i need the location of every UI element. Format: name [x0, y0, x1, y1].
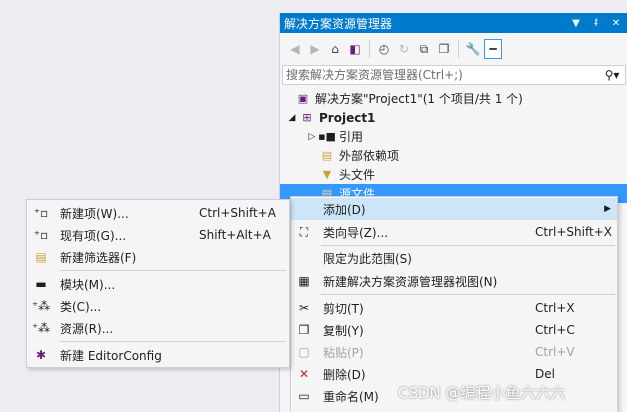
menu-item-label: 类(C)...: [60, 299, 102, 314]
submenu-item-module[interactable]: ▬ 模块(M)...: [27, 273, 289, 295]
menu-item-shortcut: Ctrl+Shift+A: [199, 206, 276, 220]
menu-separator: [60, 270, 286, 271]
menu-item-new-view[interactable]: ▦ 新建解决方案资源管理器视图(N): [291, 270, 617, 292]
add-submenu: ⁺▫ 新建项(W)... Ctrl+Shift+A ⁺▫ 现有项(G)... S…: [26, 199, 290, 368]
tree-item-project[interactable]: ◢ ⊞ Project1: [280, 108, 627, 127]
rename-icon: ▭: [298, 389, 310, 403]
menu-item-label: 删除(D): [323, 367, 366, 382]
menu-item-label: 资源(R)...: [60, 321, 114, 336]
refresh-icon[interactable]: ↻: [395, 39, 413, 59]
menu-item-label: 复制(Y): [323, 323, 364, 338]
menu-item-add[interactable]: 添加(D) ▶: [291, 198, 617, 220]
submenu-item-resource[interactable]: ⁺⁂ 资源(R)...: [27, 317, 289, 339]
menu-item-label: 类向导(Z)...: [323, 225, 389, 240]
tree-item-solution[interactable]: ▣ 解决方案"Project1"(1 个项目/共 1 个): [280, 89, 627, 108]
new-item-icon: ⁺▫: [33, 206, 49, 220]
new-view-icon: ▦: [298, 274, 310, 288]
menu-item-label: 现有项(G)...: [60, 228, 127, 243]
menu-separator: [60, 341, 286, 342]
menu-item-shortcut: Ctrl+C: [535, 323, 575, 337]
pin-icon[interactable]: ᵮ: [588, 18, 604, 29]
forward-icon[interactable]: ▶: [306, 39, 324, 59]
submenu-item-new-item[interactable]: ⁺▫ 新建项(W)... Ctrl+Shift+A: [27, 202, 289, 224]
menu-item-cut[interactable]: ✂ 剪切(T) Ctrl+X: [291, 297, 617, 319]
submenu-item-class[interactable]: ⁺⁂ 类(C)...: [27, 295, 289, 317]
tree-item-external-deps[interactable]: ▤ 外部依赖项: [280, 146, 627, 165]
toolbar-separator: [369, 40, 370, 58]
dropdown-arrow-icon[interactable]: ▼: [568, 18, 584, 29]
vs-switch-icon[interactable]: ◧: [346, 39, 364, 59]
menu-item-label: 添加(D): [323, 202, 366, 217]
menu-item-label: 新建项(W)...: [60, 206, 129, 221]
menu-item-label: 新建筛选器(F): [60, 250, 137, 265]
back-icon[interactable]: ◀: [286, 39, 304, 59]
menu-item-shortcut: Del: [535, 367, 555, 381]
search-icon[interactable]: ⚲▾: [599, 68, 625, 82]
tree-item-references[interactable]: ▷ ▪■ 引用: [280, 127, 627, 146]
menu-item-label: 粘贴(P): [323, 345, 364, 360]
close-icon[interactable]: ✕: [608, 18, 624, 29]
menu-item-label: 限定为此范围(S): [323, 251, 412, 266]
tree-item-header-files[interactable]: ▼ 头文件: [280, 165, 627, 184]
menu-separator: [321, 245, 615, 246]
menu-item-label: 剪切(T): [323, 301, 364, 316]
menu-item-shortcut: Ctrl+Shift+X: [535, 225, 612, 239]
context-menu: 添加(D) ▶ ⛶ 类向导(Z)... Ctrl+Shift+X 限定为此范围(…: [290, 196, 618, 412]
menu-item-shortcut: Shift+Alt+A: [199, 228, 271, 242]
collapsed-arrow-icon[interactable]: ▷: [306, 132, 318, 142]
submenu-item-new-filter[interactable]: ▤ 新建筛选器(F): [27, 246, 289, 268]
copy-icon[interactable]: ❐: [435, 39, 453, 59]
cpp-project-icon: ⊞: [302, 111, 312, 124]
collapse-all-icon[interactable]: ⧉: [415, 39, 433, 59]
module-icon: ▬: [35, 277, 47, 291]
properties-wrench-icon[interactable]: 🔧: [464, 39, 482, 59]
submenu-item-existing-item[interactable]: ⁺▫ 现有项(G)... Shift+Alt+A: [27, 224, 289, 246]
class-icon: ⁺⁂: [31, 299, 51, 313]
preview-pin-icon[interactable]: ━: [484, 39, 502, 59]
menu-item-label: 重命名(M): [323, 389, 379, 404]
new-filter-icon: ▤: [35, 250, 47, 264]
menu-item-scope[interactable]: 限定为此范围(S): [291, 247, 617, 269]
tree-item-label: 解决方案"Project1"(1 个项目/共 1 个): [315, 92, 523, 106]
history-icon[interactable]: ◴: [375, 39, 393, 59]
references-icon: ▪■: [318, 130, 336, 143]
delete-icon: ✕: [298, 367, 310, 381]
toolbar-separator: [458, 40, 459, 58]
scissors-icon: ✂: [298, 301, 310, 315]
menu-item-copy[interactable]: ❐ 复制(Y) Ctrl+C: [291, 319, 617, 341]
home-icon[interactable]: ⌂: [326, 39, 344, 59]
resource-icon: ⁺⁂: [31, 321, 51, 335]
expand-arrow-icon[interactable]: ◢: [286, 113, 298, 123]
menu-item-class-wizard[interactable]: ⛶ 类向导(Z)... Ctrl+Shift+X: [291, 221, 617, 243]
menu-item-label: 新建解决方案资源管理器视图(N): [323, 274, 498, 289]
filter-folder-icon: ▼: [322, 168, 332, 181]
existing-item-icon: ⁺▫: [33, 228, 49, 242]
menu-separator: [321, 294, 615, 295]
editorconfig-icon: ✱: [35, 348, 47, 362]
menu-item-paste[interactable]: ▢ 粘贴(P) Ctrl+V: [291, 341, 617, 363]
tree-item-label: 引用: [339, 130, 364, 144]
menu-item-shortcut: Ctrl+V: [535, 345, 575, 359]
menu-item-label: 新建 EditorConfig: [60, 348, 162, 363]
paste-icon: ▢: [298, 345, 310, 359]
submenu-arrow-icon: ▶: [604, 204, 611, 214]
search-input[interactable]: [286, 68, 599, 82]
class-wizard-icon: ⛶: [299, 224, 309, 239]
panel-toolbar: ◀ ▶ ⌂ ◧ ◴ ↻ ⧉ ❐ 🔧 ━: [280, 34, 627, 64]
menu-item-label: 模块(M)...: [60, 277, 116, 292]
menu-item-shortcut: Ctrl+X: [535, 301, 575, 315]
tree-item-label: 头文件: [339, 168, 376, 182]
panel-titlebar: 解决方案资源管理器 ▼ ᵮ ✕: [280, 13, 627, 33]
search-box[interactable]: ⚲▾: [282, 65, 626, 85]
copy-icon: ❐: [298, 323, 310, 337]
watermark: CSDN @编程小鱼六六六: [398, 384, 566, 402]
tree-item-label: 外部依赖项: [339, 149, 400, 163]
solution-icon: ▣: [297, 92, 309, 105]
panel-title: 解决方案资源管理器: [284, 16, 393, 31]
filter-folder-icon: ▤: [321, 149, 333, 162]
submenu-item-editorconfig[interactable]: ✱ 新建 EditorConfig: [27, 344, 289, 366]
tree-item-label: Project1: [319, 110, 376, 125]
